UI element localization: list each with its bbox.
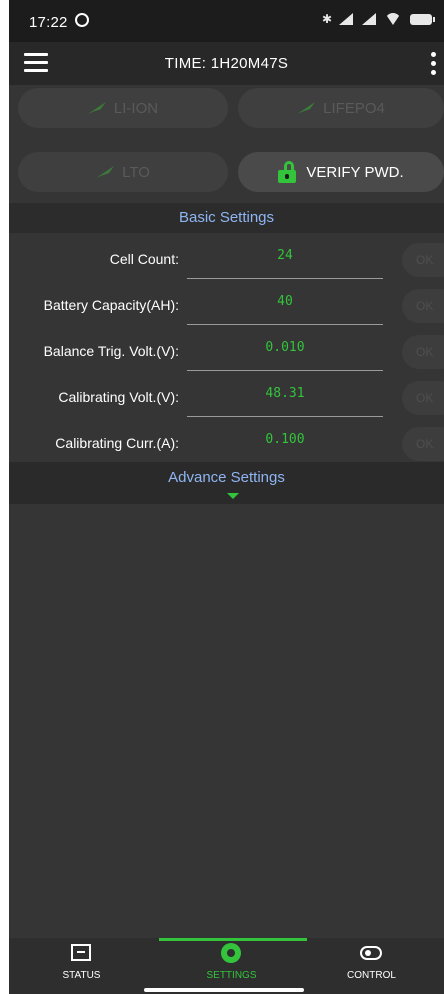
tab-control-label: CONTROL	[347, 970, 396, 981]
battery-capacity-input[interactable]: 40	[187, 294, 383, 309]
app-title: TIME: 1H20M47S	[164, 55, 289, 72]
bluetooth-icon: ✱	[322, 12, 333, 26]
setting-row-cell-count: Cell Count: 24 OK	[9, 236, 444, 282]
ok-button[interactable]: OK	[402, 243, 444, 277]
lifepo4-label: LIFEPO4	[323, 99, 385, 117]
alarm-icon	[75, 13, 89, 27]
calibrating-curr-input[interactable]: 0.100	[187, 432, 383, 447]
more-options-icon[interactable]	[428, 51, 438, 77]
gear-icon	[221, 943, 241, 963]
setting-label: Calibrating Volt.(V):	[58, 389, 179, 405]
setting-label: Calibrating Curr.(A):	[55, 435, 179, 451]
lto-label: LTO	[122, 163, 150, 181]
setting-label: Cell Count:	[109, 251, 179, 267]
bottom-navigation: STATUS SETTINGS CONTROL	[9, 938, 444, 994]
ok-button[interactable]: OK	[402, 335, 444, 369]
setting-label: Battery Capacity(AH):	[43, 297, 179, 313]
setting-label: Balance Trig. Volt.(V):	[43, 343, 179, 359]
signal-icon	[339, 13, 353, 25]
setting-row-balance-trig-volt: Balance Trig. Volt.(V): 0.010 OK	[9, 328, 444, 374]
tab-status[interactable]: STATUS	[9, 938, 154, 994]
verify-label: VERIFY PWD.	[306, 163, 404, 181]
tab-status-label: STATUS	[62, 970, 101, 981]
input-underline	[187, 370, 383, 371]
cell-count-input[interactable]: 24	[187, 248, 383, 263]
input-underline	[187, 416, 383, 417]
verify-password-button[interactable]: VERIFY PWD.	[238, 152, 444, 192]
lifepo4-button[interactable]: LIFEPO4	[238, 88, 444, 128]
leaf-icon	[96, 166, 115, 178]
status-bar: 17:22 ✱	[9, 0, 444, 42]
app-bar: TIME: 1H20M47S	[9, 42, 444, 85]
status-icons: ✱	[322, 12, 435, 26]
input-underline	[187, 278, 383, 279]
leaf-icon	[87, 102, 106, 114]
tab-settings[interactable]: SETTINGS	[159, 938, 304, 994]
ok-button[interactable]: OK	[402, 381, 444, 415]
tab-control[interactable]: CONTROL	[299, 938, 444, 994]
ok-button[interactable]: OK	[402, 427, 444, 461]
lto-button[interactable]: LTO	[18, 152, 228, 192]
calibrating-volt-input[interactable]: 48.31	[187, 386, 383, 401]
advance-settings-toggle[interactable]: Advance Settings	[9, 462, 444, 504]
input-underline	[187, 324, 383, 325]
tab-settings-label: SETTINGS	[206, 970, 257, 981]
lock-icon	[278, 161, 297, 183]
balance-trig-volt-input[interactable]: 0.010	[187, 340, 383, 355]
li-ion-button[interactable]: LI-ION	[18, 88, 228, 128]
setting-row-battery-capacity: Battery Capacity(AH): 40 OK	[9, 282, 444, 328]
phone-screen: 17:22 ✱ TIME: 1H20M47S LI-ION LIFEPO4 LT…	[9, 0, 444, 994]
signal-icon-2	[362, 13, 376, 25]
li-ion-label: LI-ION	[113, 99, 159, 117]
ok-button[interactable]: OK	[402, 289, 444, 323]
advance-settings-label: Advance Settings	[168, 469, 285, 486]
status-time: 17:22	[29, 14, 68, 31]
basic-settings-header: Basic Settings	[9, 203, 444, 233]
chevron-down-icon	[227, 493, 239, 499]
setting-row-calibrating-volt: Calibrating Volt.(V): 48.31 OK	[9, 374, 444, 420]
home-indicator[interactable]	[144, 988, 304, 992]
leaf-icon	[297, 102, 316, 114]
setting-row-calibrating-curr: Calibrating Curr.(A): 0.100 OK	[9, 420, 444, 466]
status-monitor-icon	[71, 944, 91, 961]
battery-icon	[410, 13, 435, 25]
wifi-icon	[385, 13, 401, 25]
toggle-icon	[360, 946, 382, 960]
